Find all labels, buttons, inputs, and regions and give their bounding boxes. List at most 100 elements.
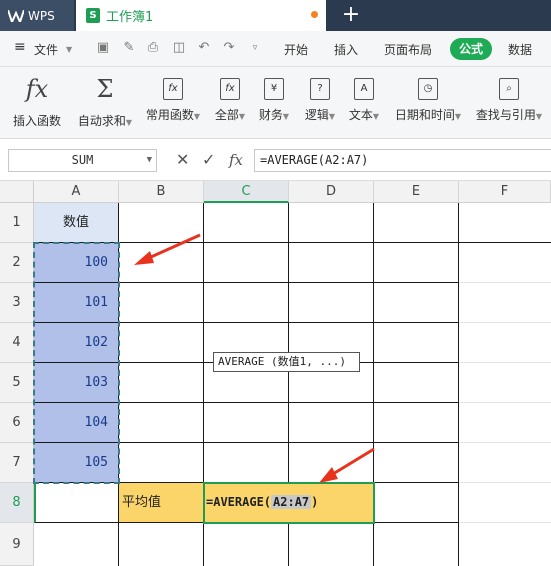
cell-f1[interactable] <box>459 203 551 243</box>
row-header-4[interactable]: 4 <box>0 323 34 363</box>
print-icon[interactable]: ⎙ <box>146 41 160 55</box>
cell-a8[interactable] <box>34 483 119 523</box>
new-tab-button[interactable]: + <box>340 3 362 27</box>
column-header-d[interactable]: D <box>289 181 374 203</box>
cell-b5[interactable] <box>119 363 204 403</box>
formula-input[interactable]: =AVERAGE(A2:A7) <box>254 149 551 172</box>
cell-f3[interactable] <box>459 283 551 323</box>
cell-f6[interactable] <box>459 403 551 443</box>
cell-e6[interactable] <box>374 403 459 443</box>
cell-b6[interactable] <box>119 403 204 443</box>
cell-d9[interactable] <box>289 523 374 566</box>
cell-d6[interactable] <box>289 403 374 443</box>
format-painter-icon[interactable]: ✎ <box>122 41 136 55</box>
tab-data[interactable]: 数据 <box>508 41 532 58</box>
cell-d1[interactable] <box>289 203 374 243</box>
cell-b8[interactable]: 平均值 <box>119 483 204 523</box>
column-header-f[interactable]: F <box>459 181 551 203</box>
text-functions-button[interactable]: A 文本▼ <box>346 75 382 133</box>
cell-c6[interactable] <box>204 403 289 443</box>
insert-function-icon[interactable]: fx <box>229 151 243 169</box>
common-functions-chevron-icon: ▼ <box>193 112 201 121</box>
row-header-7[interactable]: 7 <box>0 443 34 483</box>
finance-button[interactable]: ¥ 财务▼ <box>256 75 292 133</box>
cell-d7[interactable] <box>289 443 374 483</box>
cell-f8[interactable] <box>459 483 551 523</box>
all-functions-button[interactable]: fx 全部▼ <box>212 75 248 133</box>
hamburger-menu-icon[interactable]: ≡ <box>14 39 26 55</box>
cell-e9[interactable] <box>374 523 459 566</box>
tab-page-layout[interactable]: 页面布局 <box>384 41 432 58</box>
insert-function-button[interactable]: fx 插入函数 <box>10 75 64 133</box>
row-header-8[interactable]: 8 <box>0 483 34 523</box>
select-all-corner[interactable] <box>0 181 34 203</box>
fx-icon: fx <box>25 75 49 103</box>
confirm-formula-icon[interactable]: ✓ <box>202 151 215 169</box>
file-menu-chevron-icon[interactable]: ▼ <box>66 45 72 54</box>
redo-icon[interactable]: ↷ <box>222 41 236 55</box>
cell-b7[interactable] <box>119 443 204 483</box>
name-box[interactable]: SUM ▼ <box>8 149 157 172</box>
cancel-formula-icon[interactable]: ✕ <box>176 151 189 169</box>
cell-c9[interactable] <box>204 523 289 566</box>
quick-access-more-icon[interactable]: ▿ <box>248 41 262 55</box>
cell-c7[interactable] <box>204 443 289 483</box>
cell-e2[interactable] <box>374 243 459 283</box>
lookup-icon: ⌕ <box>499 78 519 100</box>
cell-b9[interactable] <box>119 523 204 566</box>
document-tab[interactable]: S 工作簿1 <box>76 0 326 31</box>
row-header-1[interactable]: 1 <box>0 203 34 243</box>
cell-f2[interactable] <box>459 243 551 283</box>
column-header-e[interactable]: E <box>374 181 459 203</box>
autosum-button[interactable]: Σ 自动求和▼ <box>74 75 136 133</box>
cell-e1[interactable] <box>374 203 459 243</box>
common-functions-button[interactable]: fx 常用函数▼ <box>144 75 202 133</box>
cell-f4[interactable] <box>459 323 551 363</box>
print-preview-icon[interactable]: ◫ <box>172 41 186 55</box>
row-header-3[interactable]: 3 <box>0 283 34 323</box>
menu-bar: ≡ 文件 ▼ ▣ ✎ ⎙ ◫ ↶ ↷ ▿ 开始 插入 页面布局 公式 数据 <box>0 31 551 67</box>
cell-b2[interactable] <box>119 243 204 283</box>
cell-c1[interactable] <box>204 203 289 243</box>
tab-insert[interactable]: 插入 <box>334 41 358 58</box>
tab-home[interactable]: 开始 <box>284 41 308 58</box>
cell-c3[interactable] <box>204 283 289 323</box>
row-header-9[interactable]: 9 <box>0 523 34 566</box>
save-icon[interactable]: ▣ <box>96 41 110 55</box>
cell-e8[interactable] <box>374 483 459 523</box>
logic-button[interactable]: ? 逻辑▼ <box>302 75 338 133</box>
cell-e4[interactable] <box>374 323 459 363</box>
cell-a9[interactable] <box>34 523 119 566</box>
column-header-b[interactable]: B <box>119 181 204 203</box>
wps-home-tab[interactable]: WPS <box>0 0 74 31</box>
all-functions-icon: fx <box>220 78 240 100</box>
spreadsheet-icon: S <box>86 8 100 23</box>
cell-e5[interactable] <box>374 363 459 403</box>
row-header-2[interactable]: 2 <box>0 243 34 283</box>
cell-c2[interactable] <box>204 243 289 283</box>
tab-formulas[interactable]: 公式 <box>450 38 492 60</box>
logic-icon: ? <box>310 78 330 100</box>
cell-b3[interactable] <box>119 283 204 323</box>
cell-a1[interactable]: 数值 <box>34 203 119 243</box>
file-menu[interactable]: 文件 <box>34 41 58 58</box>
row-header-5[interactable]: 5 <box>0 363 34 403</box>
range-selection-marquee <box>33 242 120 484</box>
datetime-button[interactable]: ◷ 日期和时间▼ <box>392 75 464 133</box>
cell-f5[interactable] <box>459 363 551 403</box>
cell-d3[interactable] <box>289 283 374 323</box>
logic-chevron-icon: ▼ <box>328 112 336 121</box>
cell-f7[interactable] <box>459 443 551 483</box>
cell-e3[interactable] <box>374 283 459 323</box>
text-chevron-icon: ▼ <box>372 112 380 121</box>
column-header-a[interactable]: A <box>34 181 119 203</box>
cell-b4[interactable] <box>119 323 204 363</box>
undo-icon[interactable]: ↶ <box>197 41 211 55</box>
cell-d2[interactable] <box>289 243 374 283</box>
column-header-c[interactable]: C <box>204 181 289 203</box>
cell-e7[interactable] <box>374 443 459 483</box>
cell-b1[interactable] <box>119 203 204 243</box>
lookup-reference-button[interactable]: ⌕ 查找与引用▼ <box>472 75 546 133</box>
name-box-chevron-icon[interactable]: ▼ <box>147 150 152 171</box>
row-header-6[interactable]: 6 <box>0 403 34 443</box>
